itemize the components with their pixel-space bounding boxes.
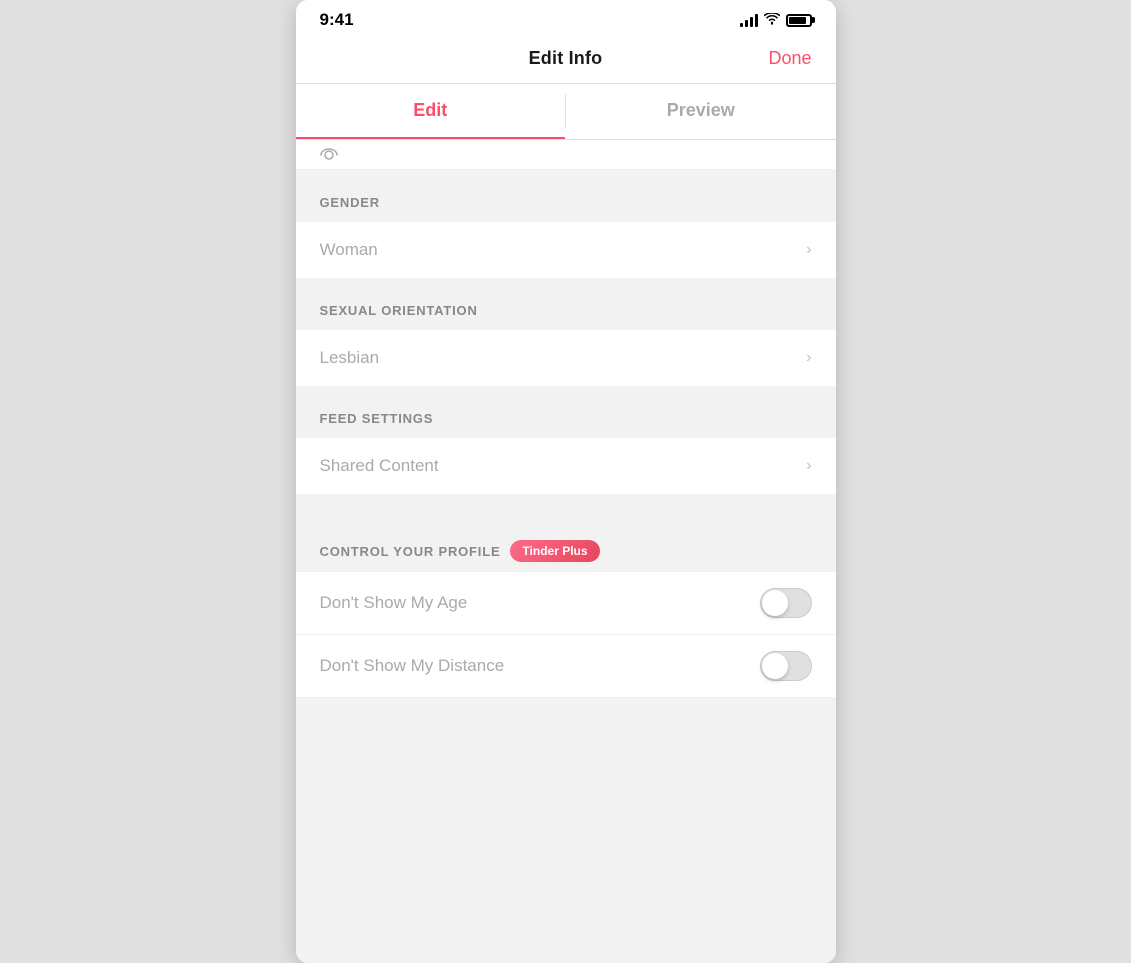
section-gap-3	[296, 494, 836, 524]
orientation-value: Lesbian	[320, 348, 380, 368]
gender-chevron-icon: ›	[806, 241, 811, 259]
dont-show-distance-toggle-thumb	[762, 653, 788, 679]
done-button[interactable]: Done	[768, 48, 811, 69]
phone-frame: 9:41 Edit Info	[296, 0, 836, 963]
feed-value: Shared Content	[320, 456, 439, 476]
partial-icon	[320, 148, 338, 162]
partial-item	[296, 140, 836, 170]
control-profile-section-body: Don't Show My Age Don't Show My Distance	[296, 572, 836, 698]
gender-section-header: GENDER	[296, 178, 836, 222]
control-profile-header-text: CONTROL YOUR PROFILE	[320, 544, 501, 559]
feed-header-text: FEED SETTINGS	[320, 411, 434, 426]
gender-section-body: Woman ›	[296, 222, 836, 278]
gender-header-text: GENDER	[320, 195, 380, 210]
orientation-chevron-icon: ›	[806, 349, 811, 367]
orientation-section-header: SEXUAL ORIENTATION	[296, 286, 836, 330]
gender-value: Woman	[320, 240, 378, 260]
status-icons	[740, 12, 812, 28]
dont-show-distance-label: Don't Show My Distance	[320, 656, 505, 676]
content-area[interactable]: GENDER Woman › SEXUAL ORIENTATION Lesbia…	[296, 140, 836, 963]
status-bar: 9:41	[296, 0, 836, 36]
dont-show-distance-item[interactable]: Don't Show My Distance	[296, 635, 836, 698]
signal-icon	[740, 13, 758, 27]
nav-title: Edit Info	[529, 48, 603, 69]
wifi-icon	[764, 12, 780, 28]
section-gap-2	[296, 386, 836, 394]
gender-item[interactable]: Woman ›	[296, 222, 836, 278]
control-profile-header: CONTROL YOUR PROFILE Tinder Plus	[296, 524, 836, 572]
section-gap-top	[296, 170, 836, 178]
feed-item[interactable]: Shared Content ›	[296, 438, 836, 494]
tab-preview[interactable]: Preview	[566, 84, 836, 139]
feed-section-body: Shared Content ›	[296, 438, 836, 494]
section-gap-1	[296, 278, 836, 286]
dont-show-age-item[interactable]: Don't Show My Age	[296, 572, 836, 635]
tinder-plus-badge[interactable]: Tinder Plus	[510, 540, 599, 562]
nav-bar: Edit Info Done	[296, 36, 836, 84]
orientation-section-body: Lesbian ›	[296, 330, 836, 386]
bottom-gap	[296, 698, 836, 738]
orientation-item[interactable]: Lesbian ›	[296, 330, 836, 386]
status-time: 9:41	[320, 10, 354, 30]
battery-icon	[786, 14, 812, 27]
dont-show-age-label: Don't Show My Age	[320, 593, 468, 613]
feed-section-header: FEED SETTINGS	[296, 394, 836, 438]
orientation-header-text: SEXUAL ORIENTATION	[320, 303, 478, 318]
tab-edit[interactable]: Edit	[296, 84, 566, 139]
dont-show-age-toggle-thumb	[762, 590, 788, 616]
dont-show-distance-toggle[interactable]	[760, 651, 812, 681]
dont-show-age-toggle[interactable]	[760, 588, 812, 618]
tab-bar: Edit Preview	[296, 84, 836, 140]
feed-chevron-icon: ›	[806, 457, 811, 475]
